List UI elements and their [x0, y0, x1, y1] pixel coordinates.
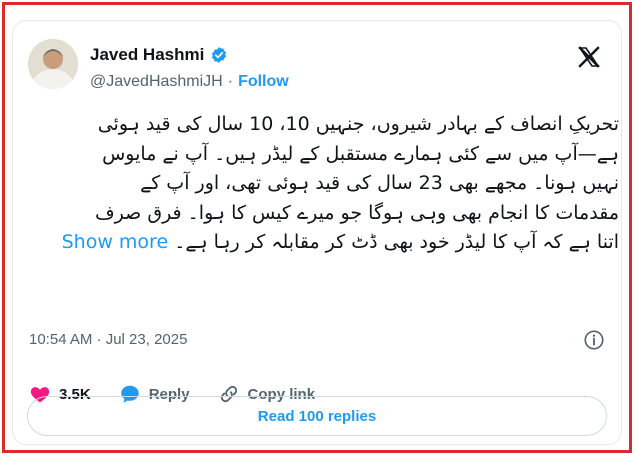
author-name-row: Javed Hashmi	[90, 45, 228, 65]
follow-button[interactable]: Follow	[238, 73, 289, 91]
tweet-line: اتنا ہے کہ آپ کا لیڈر خود بھی ڈٹ کر مقاب…	[174, 231, 619, 253]
tweet-card: Javed Hashmi @JavedHashmiJH · Follow تحر…	[12, 20, 622, 445]
handle-separator: ·	[227, 73, 234, 90]
verified-badge-icon	[210, 46, 228, 64]
tweet-line: ہے—آپ میں سے کئی ہمارے مستقبل کے لیڈر ہی…	[102, 142, 619, 165]
info-icon[interactable]	[583, 329, 605, 351]
tweet-text: تحریکِ انصاف کے بہادر شیروں، جنہیں 10، 1…	[29, 110, 619, 258]
show-more-link[interactable]: Show more	[62, 231, 169, 253]
tweet-line: مقدمات کا انجام بھی وہی ہوگا جو میرے کیس…	[94, 201, 619, 224]
tweet-line: تحریکِ انصاف کے بہادر شیروں، جنہیں 10، 1…	[97, 113, 619, 135]
avatar[interactable]	[28, 39, 78, 89]
author-handle[interactable]: @JavedHashmiJH	[90, 73, 223, 91]
tweet-timestamp[interactable]: 10:54 AM · Jul 23, 2025	[29, 331, 187, 348]
x-logo-icon[interactable]	[577, 45, 601, 69]
read-replies-button[interactable]: Read 100 replies	[27, 396, 607, 436]
tweet-line: نہیں ہونا۔ مجھے بھی 23 سال کی قید ہوئی ت…	[140, 172, 619, 194]
author-display-name[interactable]: Javed Hashmi	[90, 45, 204, 65]
avatar-image	[28, 39, 78, 89]
author-handle-row: @JavedHashmiJH · Follow	[90, 73, 289, 91]
tweet-line-last: اتنا ہے کہ آپ کا لیڈر خود بھی ڈٹ کر مقاب…	[29, 228, 619, 258]
